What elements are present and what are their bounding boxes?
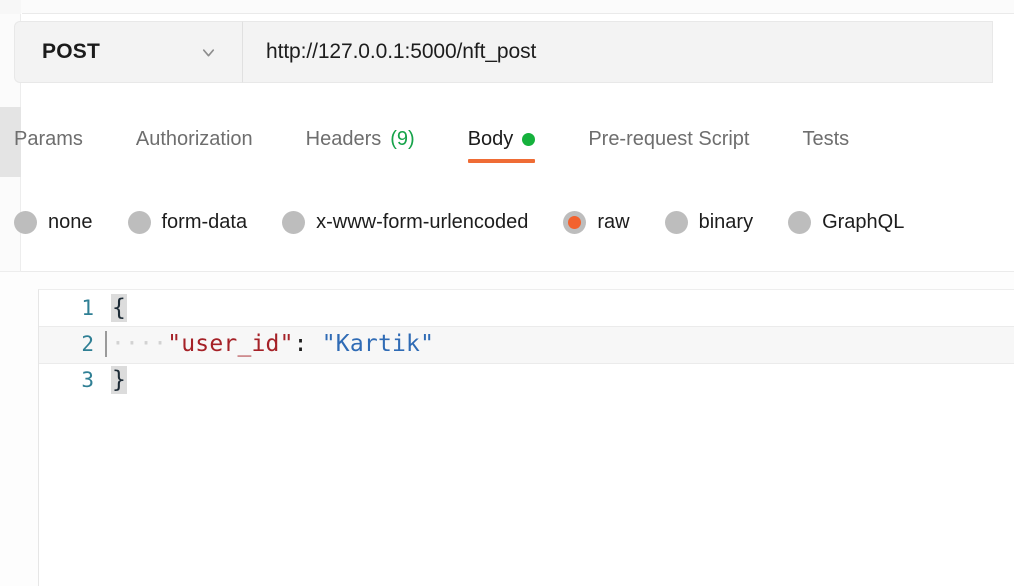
whitespace-indicator: ····: [111, 331, 168, 357]
radio-label: form-data: [161, 211, 248, 233]
radio-label: raw: [597, 211, 630, 233]
radio-icon: [788, 211, 812, 234]
tab-pre-request-script[interactable]: Pre-request Script: [588, 128, 749, 167]
radio-icon: [664, 211, 688, 234]
line-number: 3: [81, 368, 94, 392]
radio-label: GraphQL: [822, 211, 905, 233]
postman-request-builder: POST http://127.0.0.1:5000/nft_post Para…: [0, 0, 1014, 586]
tab-label: Params: [14, 128, 83, 150]
top-panel-strip-left: [0, 0, 21, 14]
json-colon: :: [293, 331, 308, 357]
url-bar: POST http://127.0.0.1:5000/nft_post: [14, 21, 993, 83]
brace-open: {: [111, 294, 128, 322]
brace-close: }: [111, 366, 128, 394]
tab-params[interactable]: Params: [14, 128, 83, 167]
tab-label: Headers: [305, 128, 382, 150]
raw-body-editor-container: 1 { 2 ····"user_id": "Kartik" 3 }: [0, 272, 1014, 586]
radio-icon: [14, 211, 37, 234]
body-status-dot-icon: [522, 133, 536, 146]
tab-label: Body: [467, 128, 514, 150]
body-type-raw[interactable]: raw: [563, 211, 630, 234]
code-line[interactable]: 1 {: [39, 290, 1014, 326]
radio-label: binary: [698, 211, 754, 233]
json-string-value: "Kartik": [307, 331, 435, 357]
headers-count-badge: (9): [390, 128, 415, 150]
tab-label: Pre-request Script: [588, 128, 750, 150]
code-content: }: [111, 366, 128, 394]
radio-icon: [282, 211, 306, 234]
chevron-down-icon: [199, 43, 218, 62]
body-type-radio-group: none form-data x-www-form-urlencoded raw…: [14, 211, 939, 234]
code-line[interactable]: 3 }: [39, 362, 1014, 398]
radio-label: x-www-form-urlencoded: [316, 211, 529, 233]
tab-authorization[interactable]: Authorization: [136, 128, 253, 167]
active-tab-underline: [467, 159, 536, 163]
radio-label: none: [48, 211, 93, 233]
raw-body-editor[interactable]: 1 { 2 ····"user_id": "Kartik" 3 }: [38, 289, 1014, 586]
tab-headers[interactable]: Headers (9): [306, 128, 415, 167]
http-method-label: POST: [42, 40, 100, 63]
body-type-binary[interactable]: binary: [664, 211, 754, 234]
url-input-value: http://127.0.0.1:5000/nft_post: [266, 40, 537, 63]
json-key: "user_id": [167, 331, 294, 357]
code-content: {: [111, 294, 128, 322]
tab-tests[interactable]: Tests: [802, 128, 849, 167]
http-method-select[interactable]: POST: [14, 21, 243, 83]
body-type-graphql[interactable]: GraphQL: [788, 211, 904, 234]
radio-selected-icon: [563, 211, 587, 234]
line-number: 1: [81, 296, 94, 320]
url-input[interactable]: http://127.0.0.1:5000/nft_post: [243, 21, 993, 83]
code-content: ····"user_id": "Kartik": [105, 331, 434, 357]
code-line[interactable]: 2 ····"user_id": "Kartik": [39, 326, 1014, 364]
tab-body[interactable]: Body: [467, 128, 536, 167]
top-panel-strip: [0, 0, 1014, 13]
body-type-form-data[interactable]: form-data: [127, 211, 248, 234]
line-number: 2: [81, 332, 94, 356]
request-tabs: Params Authorization Headers (9) Body Pr…: [14, 128, 849, 188]
radio-icon: [127, 211, 151, 234]
tab-label: Authorization: [135, 128, 253, 150]
body-type-x-www-form-urlencoded[interactable]: x-www-form-urlencoded: [282, 211, 528, 234]
body-type-none[interactable]: none: [14, 211, 93, 234]
tab-label: Tests: [802, 128, 850, 150]
